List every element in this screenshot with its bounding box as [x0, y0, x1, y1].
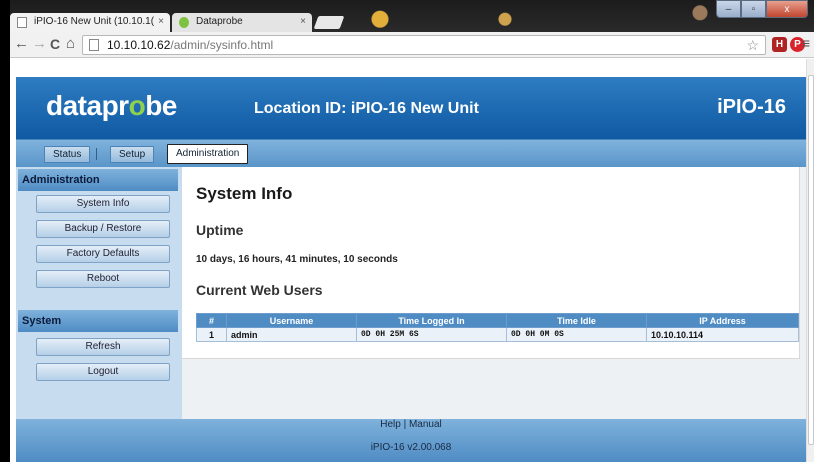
background-decoration: [490, 0, 520, 32]
address-bar[interactable]: 10.10.10.62/admin/sysinfo.html ☆: [82, 35, 766, 55]
column-header: Time Logged In: [356, 313, 507, 328]
help-link[interactable]: Help: [380, 419, 401, 430]
footer-separator: |: [403, 419, 407, 430]
scrollbar-thumb[interactable]: [808, 75, 814, 445]
tab-strip: iPIO-16 New Unit (10.10.1( × Dataprobe ×…: [10, 0, 814, 32]
sidebar: Administration System Info Backup / Rest…: [16, 167, 182, 419]
close-window-button[interactable]: x: [766, 0, 808, 18]
column-header: IP Address: [646, 313, 799, 328]
web-users-heading: Current Web Users: [196, 282, 323, 298]
maximize-button[interactable]: ▫: [741, 0, 766, 18]
logo-text: datapr: [46, 90, 129, 121]
bookmark-star-icon[interactable]: ☆: [746, 36, 759, 54]
page-icon: [89, 39, 99, 51]
sidebar-item-reboot[interactable]: Reboot: [36, 270, 170, 288]
sidebar-item-factory-defaults[interactable]: Factory Defaults: [36, 245, 170, 263]
sidebar-item-backup-restore[interactable]: Backup / Restore: [36, 220, 170, 238]
firmware-version: iPIO-16 v2.00.068: [370, 442, 452, 453]
background-decoration: [360, 0, 400, 32]
dataprobe-favicon: [179, 17, 189, 28]
tab-title: iPIO-16 New Unit (10.10.1(: [34, 16, 155, 27]
uptime-heading: Uptime: [196, 222, 244, 238]
logo-text: be: [145, 90, 177, 121]
menu-icon[interactable]: ≡: [802, 35, 810, 51]
tab-dataprobe[interactable]: Dataprobe ×: [172, 13, 312, 32]
new-tab-button[interactable]: [313, 16, 345, 29]
uptime-value: 10 days, 16 hours, 41 minutes, 10 second…: [196, 254, 398, 265]
reload-icon[interactable]: C: [50, 35, 60, 53]
tab-close-icon[interactable]: ×: [300, 16, 306, 27]
tab-active[interactable]: iPIO-16 New Unit (10.10.1( ×: [10, 13, 170, 32]
table-cell: 0D 0H 0M 0S: [506, 327, 647, 342]
back-icon[interactable]: ←: [14, 35, 29, 53]
logout-button[interactable]: Logout: [36, 363, 170, 381]
tab-setup[interactable]: Setup: [110, 146, 155, 163]
table-cell: 0D 0H 25M 6S: [356, 327, 507, 342]
table-row: 1 admin 0D 0H 25M 6S 0D 0H 0M 0S 10.10.1…: [196, 327, 799, 342]
sidebar-heading-system: System: [18, 310, 178, 332]
nav-separator: [96, 148, 97, 160]
manual-link[interactable]: Manual: [409, 419, 442, 430]
tab-status[interactable]: Status: [44, 146, 91, 163]
window-controls: – ▫ x: [716, 0, 808, 18]
web-page: dataprobe Location ID: iPIO-16 New Unit …: [10, 59, 806, 462]
table-header-row: # Username Time Logged In Time Idle IP A…: [196, 313, 799, 328]
main-content: System Info Uptime 10 days, 16 hours, 41…: [182, 167, 806, 419]
browser-window: iPIO-16 New Unit (10.10.1( × Dataprobe ×…: [10, 0, 814, 462]
table-cell: admin: [226, 327, 357, 342]
extension-h-icon[interactable]: H: [772, 37, 787, 52]
main-nav: Status Setup Administration: [16, 139, 806, 167]
url-host: 10.10.10.62: [107, 38, 171, 52]
page-icon: [17, 17, 27, 28]
site-header: dataprobe Location ID: iPIO-16 New Unit …: [16, 77, 806, 139]
minimize-button[interactable]: –: [716, 0, 741, 18]
sidebar-heading-administration: Administration: [18, 169, 178, 191]
column-header: Username: [226, 313, 357, 328]
content-panel: System Info Uptime 10 days, 16 hours, 41…: [182, 167, 800, 359]
sidebar-item-system-info[interactable]: System Info: [36, 195, 170, 213]
tab-title: Dataprobe: [196, 16, 243, 27]
browser-toolbar: ← → C ⌂ 10.10.10.62/admin/sysinfo.html ☆…: [10, 32, 814, 58]
device-model: iPIO-16: [717, 96, 786, 118]
logo-power-mark: o: [128, 90, 146, 121]
footer-links: Help | Manual: [16, 419, 806, 430]
url-path: /admin/sysinfo.html: [170, 38, 274, 52]
dataprobe-logo: dataprobe: [46, 90, 177, 122]
tab-administration[interactable]: Administration: [167, 144, 249, 164]
tab-close-icon[interactable]: ×: [158, 16, 164, 27]
background-decoration: [690, 0, 710, 32]
vertical-scrollbar[interactable]: [806, 59, 814, 462]
table-cell: 1: [196, 327, 227, 342]
page-title: System Info: [196, 184, 293, 203]
column-header: #: [196, 313, 227, 328]
forward-icon[interactable]: →: [32, 35, 47, 53]
refresh-button[interactable]: Refresh: [36, 338, 170, 356]
column-header: Time Idle: [506, 313, 647, 328]
location-id: Location ID: iPIO-16 New Unit: [254, 100, 479, 117]
home-icon[interactable]: ⌂: [66, 35, 75, 53]
web-users-table: # Username Time Logged In Time Idle IP A…: [196, 313, 799, 342]
table-cell: 10.10.10.114: [646, 327, 799, 342]
site-footer: Help | Manual iPIO-16 v2.00.068: [16, 419, 806, 462]
